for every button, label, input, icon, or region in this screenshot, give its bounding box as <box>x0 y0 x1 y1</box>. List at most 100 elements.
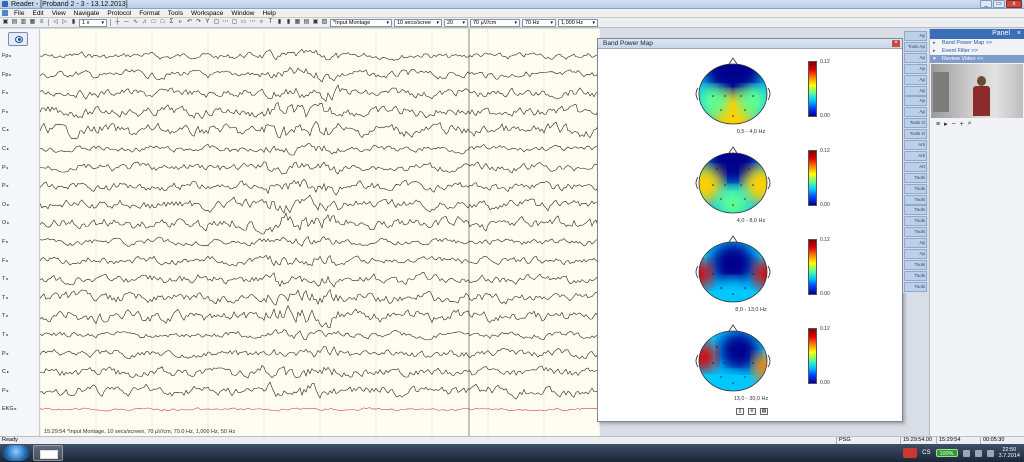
eeg-view[interactable]: Fp Fp F F C C P P O O F F T T T T P C P EKG 15:29:54 *Input… <box>0 29 600 436</box>
sum-icon[interactable]: Σ <box>168 19 175 26</box>
menu-file[interactable]: File <box>10 9 28 18</box>
side-tool-button[interactable]: Tools <box>904 205 927 216</box>
side-tool-button[interactable]: Arti <box>904 150 927 161</box>
square-icon[interactable]: □ <box>150 19 157 26</box>
zoom-out-icon[interactable]: − <box>952 121 956 128</box>
bars-icon-2[interactable]: ▮ <box>285 19 292 26</box>
minimize-button[interactable]: _ <box>980 0 992 8</box>
channel-label[interactable]: F <box>2 90 8 96</box>
side-tool-button[interactable]: Tools <box>904 227 927 238</box>
video-preview[interactable] <box>931 64 1023 118</box>
clock[interactable]: 22:50 3.7.2014 <box>999 447 1020 459</box>
side-tool-button[interactable]: Tools O <box>904 129 927 140</box>
table-icon[interactable]: ▦ <box>294 19 301 26</box>
copy-icon[interactable]: ▯ <box>736 408 744 415</box>
channel-label[interactable]: F <box>2 109 8 115</box>
volume-icon[interactable] <box>974 449 982 457</box>
channel-label[interactable]: C <box>2 369 9 375</box>
channel-label[interactable]: P <box>2 183 9 189</box>
redo-icon[interactable]: ↷ <box>195 19 202 26</box>
channel-label[interactable]: T <box>2 313 8 319</box>
play-icon[interactable]: ▷ <box>61 19 68 26</box>
review-video-header[interactable]: Review Video << <box>930 55 1024 63</box>
low-filter-select[interactable]: 70 Hz ▾ <box>522 18 556 27</box>
ruler-icon[interactable]: ─ <box>123 19 130 26</box>
side-tool-button[interactable]: Tools <box>904 172 927 183</box>
side-tool-button[interactable]: Ap <box>904 63 927 74</box>
chart-icon[interactable]: ▤ <box>303 19 310 26</box>
montage-select[interactable]: *Input Montage ▾ <box>330 18 392 27</box>
high-filter-select[interactable]: 1,000 Hz ▾ <box>558 18 598 27</box>
channel-label[interactable]: O <box>2 220 9 226</box>
channel-label[interactable]: F <box>2 258 8 264</box>
network-icon[interactable] <box>962 449 970 457</box>
print-icon[interactable]: ▤ <box>760 408 768 415</box>
search-icon[interactable]: ⌕ <box>968 120 972 128</box>
page-back-icon[interactable]: ◁ <box>52 19 59 26</box>
side-tool-button[interactable]: Tools <box>904 216 927 227</box>
layers-icon[interactable]: ▧ <box>321 19 328 26</box>
language-indicator[interactable]: CS <box>922 450 930 456</box>
screen-icon[interactable]: ▣ <box>312 19 319 26</box>
band-power-map-close-icon[interactable]: × <box>892 40 900 47</box>
square-icon-2[interactable]: □ <box>159 19 166 26</box>
channel-label[interactable]: Fp <box>2 72 11 78</box>
ellipsis-icon[interactable]: ⋯ <box>249 19 256 26</box>
side-tool-button[interactable]: Arti <box>904 140 927 150</box>
zoom-icon[interactable]: ⌕ <box>258 19 265 26</box>
channel-label[interactable]: T <box>2 332 8 338</box>
open-icon[interactable]: ▣ <box>2 19 9 26</box>
menu-navigate[interactable]: Navigate <box>70 9 104 18</box>
side-tool-button[interactable]: Ap <box>904 238 927 249</box>
bar-icon[interactable]: ▮ <box>70 19 77 26</box>
sensitivity-select[interactable]: 70 µV/cm ▾ <box>470 18 520 27</box>
wave-icon[interactable]: ∿ <box>132 19 139 26</box>
box-icon-2[interactable]: ▢ <box>231 19 238 26</box>
note-icon[interactable]: ♫ <box>141 19 148 26</box>
channel-label[interactable]: Fp <box>2 53 11 59</box>
side-tool-button[interactable]: Tools Ap <box>904 41 927 52</box>
menu-view[interactable]: View <box>48 9 70 18</box>
grid-icon[interactable]: ▦ <box>29 19 36 26</box>
text-icon[interactable]: T <box>267 19 274 26</box>
gain-select[interactable]: 1 x ▾ <box>79 18 107 27</box>
channel-label[interactable]: C <box>2 146 9 152</box>
action-center-icon[interactable] <box>903 448 918 458</box>
box-icon[interactable]: ▢ <box>213 19 220 26</box>
channel-label[interactable]: T <box>2 276 8 282</box>
video-menu-icon[interactable]: ≡ <box>936 121 940 128</box>
dash-icon[interactable]: ⋯ <box>222 19 229 26</box>
menu-tools[interactable]: Tools <box>164 9 187 18</box>
channel-label[interactable]: P <box>2 351 9 357</box>
marker-icon[interactable]: Y <box>204 19 211 26</box>
list-settings-icon[interactable]: ≡ <box>748 408 756 415</box>
eye-icon[interactable] <box>8 32 28 46</box>
menu-window[interactable]: Window <box>227 9 258 18</box>
list-icon[interactable]: ≡ <box>38 19 45 26</box>
steps-select[interactable]: 20 ▾ <box>444 18 468 27</box>
channel-label[interactable]: P <box>2 388 9 394</box>
channel-label[interactable]: F <box>2 239 8 245</box>
side-tool-button[interactable]: Ap <box>904 249 927 259</box>
side-tool-button[interactable]: Ap <box>904 96 927 107</box>
display-icon[interactable] <box>986 449 994 457</box>
maximize-button[interactable]: ▭ <box>993 0 1005 8</box>
timeline-icon[interactable]: ┼ <box>114 19 121 26</box>
menu-edit[interactable]: Edit <box>28 9 47 18</box>
battery-indicator[interactable]: 100% <box>935 449 958 457</box>
channel-label[interactable]: T <box>2 295 8 301</box>
side-tool-button[interactable]: Tools <box>904 281 927 292</box>
channel-label[interactable]: P <box>2 165 9 171</box>
band-power-map-link[interactable]: Band Power Map >> <box>930 39 1024 47</box>
side-tool-button[interactable]: Tools <box>904 259 927 270</box>
print-icon[interactable]: ▥ <box>20 19 27 26</box>
menu-help[interactable]: Help <box>259 9 280 18</box>
event-filter-link[interactable]: Event Filter >> <box>930 47 1024 55</box>
play-forward-icon[interactable]: ▹ <box>177 19 184 26</box>
side-tool-button[interactable]: Tools O <box>904 118 927 129</box>
side-tool-button[interactable]: Ap <box>904 31 927 41</box>
channel-label[interactable]: O <box>2 202 9 208</box>
video-play-icon[interactable]: ▸ <box>944 120 948 128</box>
timebase-select[interactable]: 10 secs/scree ▾ <box>394 18 442 27</box>
save-icon[interactable]: ▤ <box>11 19 18 26</box>
